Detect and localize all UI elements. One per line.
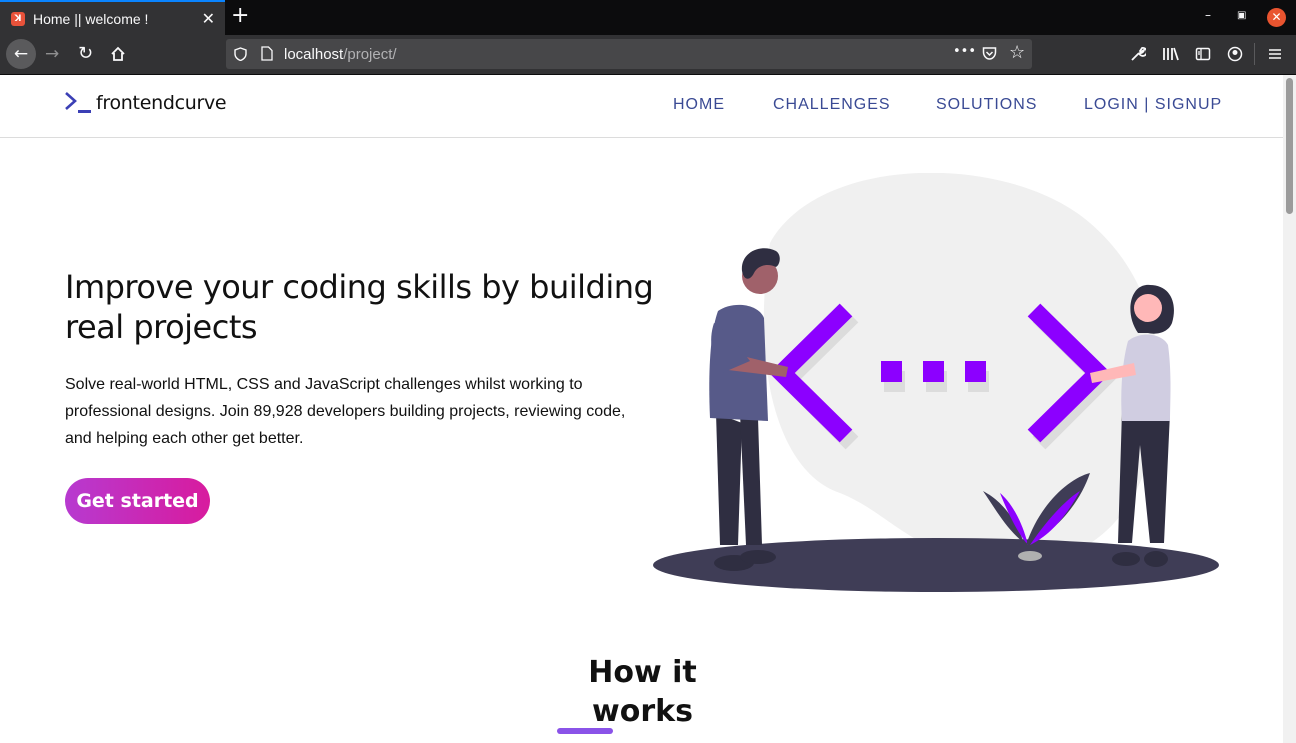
title-underline	[557, 728, 613, 734]
get-started-button[interactable]: Get started	[65, 478, 210, 524]
sidebar-icon[interactable]	[1195, 46, 1211, 62]
shield-icon[interactable]	[234, 47, 247, 61]
dot-3	[965, 361, 986, 382]
how-it-works-title: How it works	[588, 655, 697, 729]
reload-icon[interactable]: ↻	[78, 43, 93, 64]
browser-toolbar: ← → ↻ localhost/project/ ••• ☆	[0, 35, 1296, 75]
url-path: /project/	[343, 46, 397, 63]
maximize-window-icon[interactable]: ▣	[1237, 10, 1246, 21]
url-text[interactable]: localhost/project/	[284, 46, 397, 63]
dot-1	[881, 361, 902, 382]
woman-torso	[1121, 334, 1171, 421]
new-tab-button[interactable]: +	[231, 3, 249, 28]
woman-shoe-left	[1112, 552, 1140, 566]
menu-icon[interactable]	[1267, 46, 1283, 62]
woman-legs	[1118, 411, 1170, 543]
tab-close-icon[interactable]: ✕	[202, 9, 215, 28]
page-icon	[261, 46, 273, 61]
library-icon[interactable]	[1162, 46, 1180, 62]
man-leg-right	[740, 413, 762, 545]
forward-arrow-icon[interactable]: →	[45, 44, 59, 64]
url-host: localhost	[284, 46, 344, 63]
nav-link-home[interactable]: HOME	[673, 96, 725, 114]
wrench-icon[interactable]	[1130, 46, 1146, 62]
site-logo[interactable]: frontendcurve	[96, 92, 227, 114]
web-page: frontendcurve HOME CHALLENGES SOLUTIONS …	[0, 75, 1296, 743]
nav-link-login-signup[interactable]: LOGIN | SIGNUP	[1084, 96, 1222, 114]
minimize-window-icon[interactable]: –	[1205, 8, 1211, 22]
dot-2	[923, 361, 944, 382]
man-shoe-right	[740, 550, 776, 564]
hero-description: Solve real-world HTML, CSS and JavaScrip…	[65, 376, 626, 447]
woman-shoe-right	[1144, 551, 1168, 567]
page-actions-icon[interactable]: •••	[953, 44, 976, 59]
back-arrow-icon[interactable]: ←	[6, 39, 36, 69]
pocket-icon[interactable]	[982, 46, 997, 61]
nav-link-solutions[interactable]: SOLUTIONS	[936, 96, 1037, 114]
account-icon[interactable]	[1227, 46, 1243, 62]
plant-pot	[1018, 551, 1042, 561]
terminal-prompt-icon	[65, 92, 91, 113]
man-leg-left	[716, 413, 742, 545]
close-window-icon[interactable]: ✕	[1267, 8, 1286, 27]
home-icon[interactable]	[110, 46, 126, 62]
browser-tab-bar: ꓘ Home || welcome ! ✕ + – ▣ ✕	[0, 0, 1296, 35]
hero-title: Improve your coding skills by building r…	[65, 268, 654, 346]
site-header: frontendcurve HOME CHALLENGES SOLUTIONS …	[0, 75, 1283, 138]
coding-illustration	[653, 173, 1219, 592]
page-scrollbar[interactable]	[1283, 75, 1296, 743]
star-icon[interactable]: ☆	[1009, 42, 1025, 63]
url-bar[interactable]: localhost/project/ ••• ☆	[226, 39, 1032, 69]
xampp-favicon-icon: ꓘ	[11, 11, 25, 26]
tab-title: Home || welcome !	[33, 10, 149, 27]
browser-tab[interactable]: ꓘ Home || welcome ! ✕	[0, 0, 225, 35]
woman-head	[1134, 294, 1162, 322]
toolbar-divider	[1254, 43, 1255, 65]
nav-link-challenges[interactable]: CHALLENGES	[773, 96, 891, 114]
scrollbar-thumb[interactable]	[1286, 78, 1293, 214]
